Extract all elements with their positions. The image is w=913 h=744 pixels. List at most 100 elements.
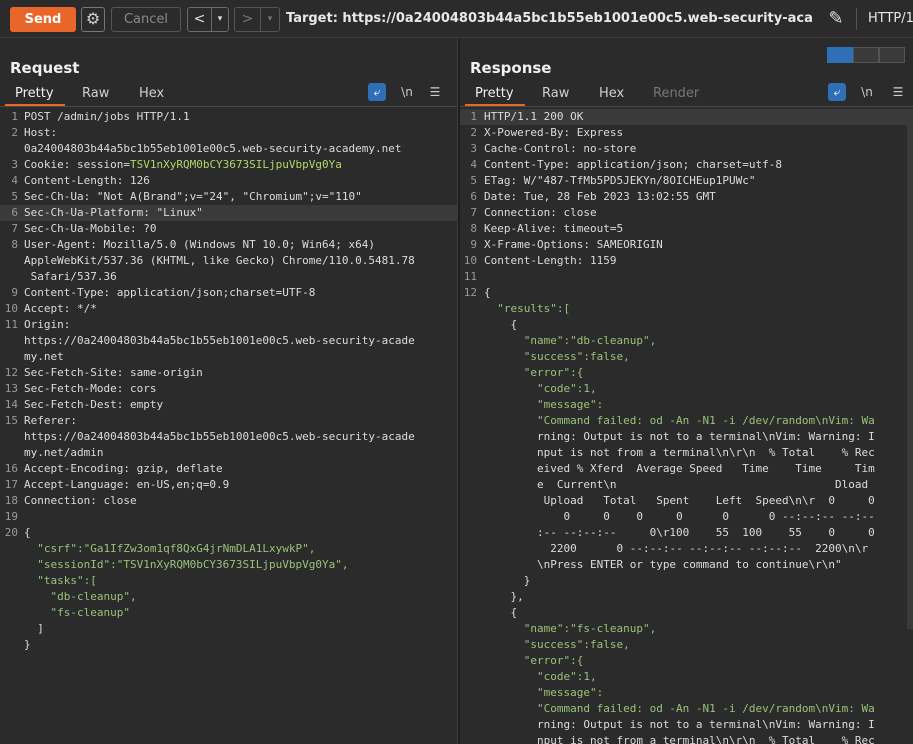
code-line[interactable]: Upload Total Spent Left Speed\n\r 0 0 [460, 493, 913, 509]
send-button[interactable]: Send [10, 7, 76, 32]
code-line[interactable]: 3 Cache-Control: no-store [460, 141, 913, 157]
code-line[interactable]: 8 User-Agent: Mozilla/5.0 (Windows NT 10.… [0, 237, 457, 253]
code-line[interactable]: "error":{ [460, 653, 913, 669]
code-line[interactable]: 1 HTTP/1.1 200 OK [460, 109, 913, 125]
code-line[interactable]: 7 Connection: close [460, 205, 913, 221]
tab-response-render[interactable]: Render [653, 86, 699, 101]
code-line[interactable]: 6 Sec-Ch-Ua-Platform: "Linux" [0, 205, 457, 221]
tab-response-hex[interactable]: Hex [599, 86, 624, 101]
response-scrollbar[interactable] [907, 109, 913, 629]
code-line[interactable]: 6 Date: Tue, 28 Feb 2023 13:02:55 GMT [460, 189, 913, 205]
code-line[interactable]: 20 { [0, 525, 457, 541]
code-line[interactable]: "results":[ [460, 301, 913, 317]
code-line[interactable]: 18 Connection: close [0, 493, 457, 509]
menu-icon[interactable]: ☰ [889, 83, 907, 101]
code-line[interactable]: 0 0 0 0 0 0 --:--:-- --:-- [460, 509, 913, 525]
code-line[interactable]: 17 Accept-Language: en-US,en;q=0.9 [0, 477, 457, 493]
layout-side-by-side-icon[interactable] [827, 47, 853, 63]
tab-request-raw[interactable]: Raw [82, 86, 109, 101]
code-line[interactable]: 11 [460, 269, 913, 285]
code-line[interactable]: eived % Xferd Average Speed Time Time Ti… [460, 461, 913, 477]
code-line[interactable]: 5 ETag: W/"487-TfMb5PD5JEKYn/8OICHEup1PUW… [460, 173, 913, 189]
code-line[interactable]: "fs-cleanup" [0, 605, 457, 621]
response-editor[interactable]: 1 HTTP/1.1 200 OK 2 X-Powered-By: Express 3 C… [460, 109, 913, 744]
code-line[interactable]: Safari/537.36 [0, 269, 457, 285]
code-line[interactable]: rning: Output is not to a terminal\nVim:… [460, 429, 913, 445]
back-button[interactable]: < [188, 8, 212, 31]
back-navigation[interactable]: < ▾ [187, 7, 229, 32]
code-line[interactable]: 4 Content-Type: application/json; charset… [460, 157, 913, 173]
code-line[interactable]: 12 { [460, 285, 913, 301]
code-line[interactable]: "code":1, [460, 381, 913, 397]
code-line[interactable]: 7 Sec-Ch-Ua-Mobile: ?0 [0, 221, 457, 237]
newline-toggle-icon[interactable]: \n [858, 83, 876, 101]
code-line[interactable]: "name":"db-cleanup", [460, 333, 913, 349]
back-history-dropdown[interactable]: ▾ [212, 8, 228, 31]
code-line[interactable]: my.net/admin [0, 445, 457, 461]
code-line[interactable]: 10 Content-Length: 1159 [460, 253, 913, 269]
code-line[interactable]: "message": [460, 685, 913, 701]
code-line[interactable]: 4 Content-Length: 126 [0, 173, 457, 189]
word-wrap-icon[interactable]: ⤶ [828, 83, 846, 101]
forward-navigation[interactable]: > ▾ [234, 7, 280, 32]
code-line[interactable]: "code":1, [460, 669, 913, 685]
layout-stacked-icon[interactable] [853, 47, 879, 63]
code-line[interactable]: 9 Content-Type: application/json;charset=… [0, 285, 457, 301]
code-line[interactable]: rning: Output is not to a terminal\nVim:… [460, 717, 913, 733]
code-line[interactable]: ] [0, 621, 457, 637]
tab-response-raw[interactable]: Raw [542, 86, 569, 101]
code-line[interactable]: { [460, 317, 913, 333]
code-line[interactable]: \nPress ENTER or type command to continu… [460, 557, 913, 573]
code-line[interactable]: https://0a24004803b44a5bc1b55eb1001e00c5… [0, 333, 457, 349]
code-line[interactable]: 15 Referer: [0, 413, 457, 429]
layout-tabs-icon[interactable] [879, 47, 905, 63]
tab-request-hex[interactable]: Hex [139, 86, 164, 101]
code-line[interactable]: "message": [460, 397, 913, 413]
code-line[interactable]: 0a24004803b44a5bc1b55eb1001e00c5.web-sec… [0, 141, 457, 157]
code-line[interactable]: 19 [0, 509, 457, 525]
code-line[interactable]: } [460, 573, 913, 589]
code-line[interactable]: 14 Sec-Fetch-Dest: empty [0, 397, 457, 413]
code-line[interactable]: "Command failed: od -An -N1 -i /dev/rand… [460, 701, 913, 717]
code-line[interactable]: "csrf":"Ga1IfZw3om1qf8QxG4jrNmDLA1LxywkP… [0, 541, 457, 557]
code-line[interactable]: 8 Keep-Alive: timeout=5 [460, 221, 913, 237]
code-line[interactable]: "name":"fs-cleanup", [460, 621, 913, 637]
forward-button[interactable]: > [235, 8, 261, 31]
code-line[interactable]: 2 Host: [0, 125, 457, 141]
code-line[interactable]: :-- --:--:-- 0\r100 55 100 55 0 0 [460, 525, 913, 541]
code-line[interactable]: nput is not from a terminal\n\r\n % Tota… [460, 733, 913, 744]
code-line[interactable]: "success":false, [460, 637, 913, 653]
code-line[interactable]: 13 Sec-Fetch-Mode: cors [0, 381, 457, 397]
code-line[interactable]: 12 Sec-Fetch-Site: same-origin [0, 365, 457, 381]
code-line[interactable]: 5 Sec-Ch-Ua: "Not A(Brand";v="24", "Chrom… [0, 189, 457, 205]
tab-request-pretty[interactable]: Pretty [15, 86, 54, 101]
code-line[interactable]: 3 Cookie: session=TSV1nXyRQM0bCY3673SILjp… [0, 157, 457, 173]
cancel-button[interactable]: Cancel [111, 7, 181, 32]
code-line[interactable]: "sessionId":"TSV1nXyRQM0bCY3673SILjpuVbp… [0, 557, 457, 573]
code-line[interactable]: } [0, 637, 457, 653]
code-line[interactable]: 10 Accept: */* [0, 301, 457, 317]
code-line[interactable]: "tasks":[ [0, 573, 457, 589]
newline-toggle-icon[interactable]: \n [398, 83, 416, 101]
code-line[interactable]: nput is not from a terminal\n\r\n % Tota… [460, 445, 913, 461]
gear-icon[interactable]: ⚙ [81, 7, 105, 32]
request-editor[interactable]: 1 POST /admin/jobs HTTP/1.1 2 Host: 0a240048… [0, 109, 457, 744]
code-line[interactable]: }, [460, 589, 913, 605]
http-version-selector[interactable]: HTTP/1 [868, 11, 913, 26]
code-line[interactable]: "success":false, [460, 349, 913, 365]
code-line[interactable]: 16 Accept-Encoding: gzip, deflate [0, 461, 457, 477]
code-line[interactable]: 1 POST /admin/jobs HTTP/1.1 [0, 109, 457, 125]
code-line[interactable]: https://0a24004803b44a5bc1b55eb1001e00c5… [0, 429, 457, 445]
code-line[interactable]: 2 X-Powered-By: Express [460, 125, 913, 141]
code-line[interactable]: "db-cleanup", [0, 589, 457, 605]
tab-response-pretty[interactable]: Pretty [475, 86, 514, 101]
code-line[interactable]: my.net [0, 349, 457, 365]
menu-icon[interactable]: ☰ [426, 83, 444, 101]
word-wrap-icon[interactable]: ⤶ [368, 83, 386, 101]
pencil-icon[interactable]: ✎ [824, 7, 848, 31]
code-line[interactable]: "error":{ [460, 365, 913, 381]
code-line[interactable]: { [460, 605, 913, 621]
code-line[interactable]: AppleWebKit/537.36 (KHTML, like Gecko) C… [0, 253, 457, 269]
forward-history-dropdown[interactable]: ▾ [261, 8, 279, 31]
code-line[interactable]: 2200 0 --:--:-- --:--:-- --:--:-- 2200\n… [460, 541, 913, 557]
